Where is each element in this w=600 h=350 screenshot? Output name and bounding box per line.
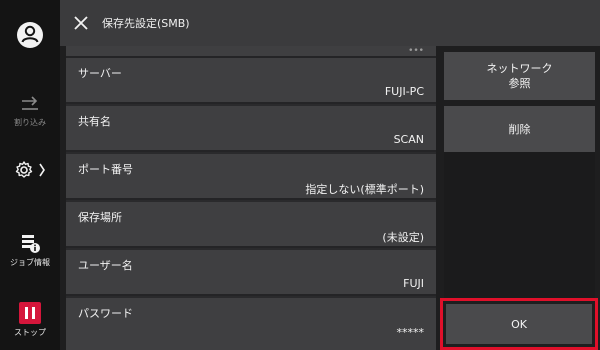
port-label: ポート番号: [78, 163, 133, 176]
user-name-row[interactable]: ユーザー名 FUJI: [66, 250, 436, 296]
chevron-right-icon: [39, 163, 45, 177]
server-label: サーバー: [78, 67, 122, 80]
header-bar: 保存先設定(SMB): [60, 0, 600, 46]
interrupt-label: 割り込み: [14, 118, 46, 127]
settings-button[interactable]: [0, 160, 60, 180]
settings-list[interactable]: ••• サーバー FUJI-PC 共有名 SCAN ポート番号 指定しない(標準…: [66, 46, 436, 350]
network-browse-button[interactable]: ネットワーク 参照: [444, 52, 595, 100]
user-name-label: ユーザー名: [78, 259, 133, 272]
list-item-partial[interactable]: •••: [66, 46, 436, 58]
close-icon: [74, 16, 88, 30]
job-info-label: ジョブ情報: [10, 258, 50, 267]
password-label: パスワード: [78, 307, 133, 320]
share-name-label: 共有名: [78, 115, 111, 128]
server-value: FUJI-PC: [384, 85, 424, 98]
network-browse-line2: 参照: [508, 77, 531, 90]
job-info-icon: [22, 235, 40, 253]
save-location-label: 保存場所: [78, 211, 122, 224]
ok-button[interactable]: OK: [446, 304, 592, 344]
server-row[interactable]: サーバー FUJI-PC: [66, 58, 436, 104]
row-divider: [66, 102, 436, 104]
network-browse-line1: ネットワーク: [486, 62, 553, 75]
port-row[interactable]: ポート番号 指定しない(標準ポート): [66, 154, 436, 200]
left-rail: 割り込み ジョブ情報 ストップ: [0, 0, 60, 350]
save-location-row[interactable]: 保存場所 (未設定): [66, 202, 436, 248]
side-empty-area: [444, 152, 595, 298]
close-button[interactable]: [70, 12, 92, 34]
password-row[interactable]: パスワード *****: [66, 298, 436, 350]
user-button[interactable]: [0, 20, 60, 50]
password-value: *****: [396, 326, 425, 339]
row-divider: [66, 150, 436, 152]
interrupt-icon: [22, 96, 38, 110]
page-title: 保存先設定(SMB): [102, 17, 190, 30]
delete-label: 削除: [508, 122, 531, 136]
port-value: 指定しない(標準ポート): [305, 183, 424, 196]
interrupt-button[interactable]: 割り込み: [0, 96, 60, 128]
delete-button[interactable]: 削除: [444, 106, 595, 152]
pause-icon: [19, 302, 41, 324]
gear-icon: [15, 161, 33, 178]
masked-value: •••: [408, 46, 424, 56]
row-divider: [66, 246, 436, 248]
stop-label: ストップ: [14, 328, 46, 337]
user-icon: [17, 22, 43, 48]
job-info-button[interactable]: ジョブ情報: [0, 232, 60, 268]
ok-highlight-frame: OK: [440, 298, 598, 350]
share-name-value: SCAN: [393, 133, 424, 146]
share-name-row[interactable]: 共有名 SCAN: [66, 106, 436, 152]
row-divider: [66, 198, 436, 200]
save-location-value: (未設定): [382, 231, 424, 244]
stop-button[interactable]: ストップ: [0, 302, 60, 338]
row-divider: [66, 294, 436, 296]
user-name-value: FUJI: [403, 277, 424, 290]
